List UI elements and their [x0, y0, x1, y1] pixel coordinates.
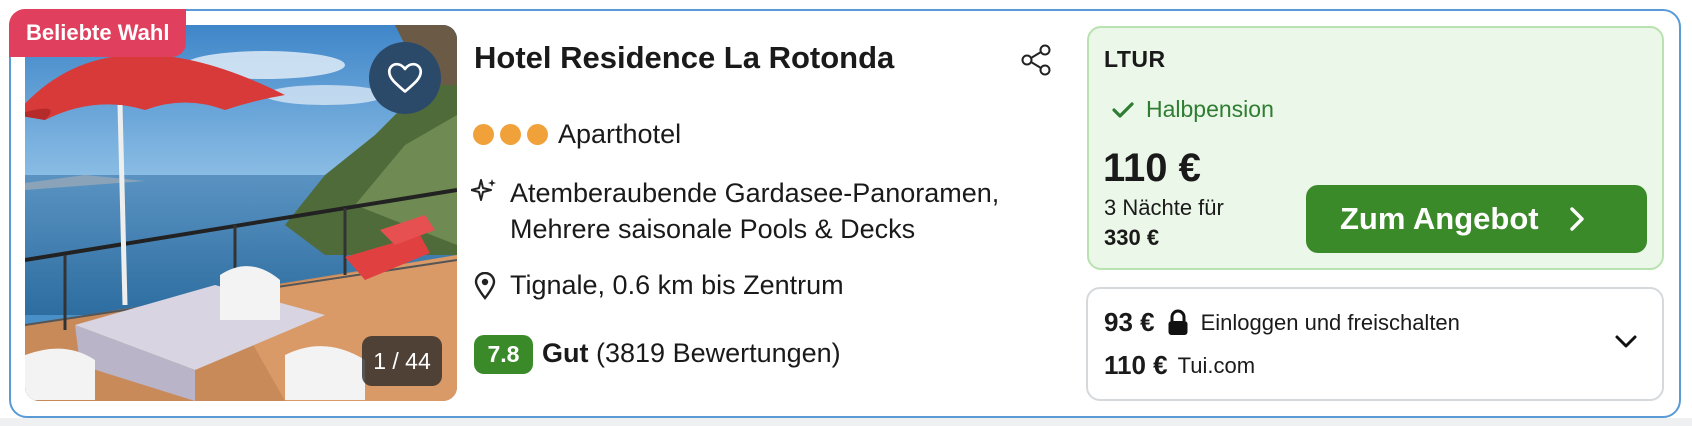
- lock-icon: [1168, 309, 1188, 335]
- hotel-type: Aparthotel: [558, 119, 682, 149]
- rating-label: Gut: [542, 338, 589, 368]
- review-count: (3819 Bewertungen): [596, 338, 841, 368]
- feature-line: Atemberaubende Gardasee-Panoramen,: [510, 178, 1000, 208]
- share-icon: [1021, 44, 1051, 76]
- sparkle-icon: [470, 178, 497, 209]
- offer-price: 110 €: [1103, 146, 1201, 190]
- favorite-button[interactable]: [369, 42, 441, 114]
- board-label: Halbpension: [1146, 96, 1274, 122]
- chevron-right-icon: [1569, 207, 1584, 231]
- star-dot: [473, 124, 494, 145]
- feature-line: Mehrere saisonale Pools & Decks: [510, 214, 916, 244]
- alt-offer-row[interactable]: 110 € Tui.com: [1104, 350, 1255, 381]
- total-price: 330 €: [1104, 225, 1160, 250]
- to-offer-button[interactable]: Zum Angebot: [1306, 185, 1647, 253]
- star-dot: [527, 124, 548, 145]
- popular-badge: Beliebte Wahl: [9, 9, 187, 57]
- expand-offers-button[interactable]: [1614, 334, 1638, 355]
- offer-provider: LTUR: [1104, 46, 1166, 72]
- hotel-location[interactable]: Tignale, 0.6 km bis Zentrum: [510, 270, 844, 301]
- photo-counter: 1 / 44: [362, 336, 442, 386]
- locked-price: 93 €: [1104, 307, 1155, 337]
- page-background: [0, 418, 1692, 426]
- map-pin-icon: [474, 271, 496, 305]
- alt-price: 110 €: [1104, 350, 1168, 380]
- chevron-down-icon: [1615, 335, 1637, 348]
- hotel-features: Atemberaubende Gardasee-Panoramen, Mehre…: [510, 175, 999, 247]
- nights-label: 3 Nächte für: [1104, 195, 1224, 220]
- alt-provider: Tui.com: [1177, 352, 1256, 378]
- more-offers-panel[interactable]: [1086, 287, 1664, 401]
- heart-icon: [387, 62, 423, 93]
- hotel-name[interactable]: Hotel Residence La Rotonda: [474, 40, 894, 76]
- board-type: Halbpension: [1112, 96, 1274, 123]
- rating-score-badge: 7.8: [474, 335, 533, 374]
- share-button[interactable]: [1018, 42, 1054, 78]
- star-rating: [473, 124, 548, 145]
- check-icon: [1112, 101, 1134, 118]
- to-offer-label: Zum Angebot: [1340, 201, 1539, 236]
- unlock-text: Einloggen und freischalten: [1200, 309, 1460, 335]
- star-dot: [500, 124, 521, 145]
- locked-offer-row[interactable]: 93 € Einloggen und freischalten: [1104, 307, 1460, 338]
- rating-summary[interactable]: Gut (3819 Bewertungen): [542, 338, 841, 369]
